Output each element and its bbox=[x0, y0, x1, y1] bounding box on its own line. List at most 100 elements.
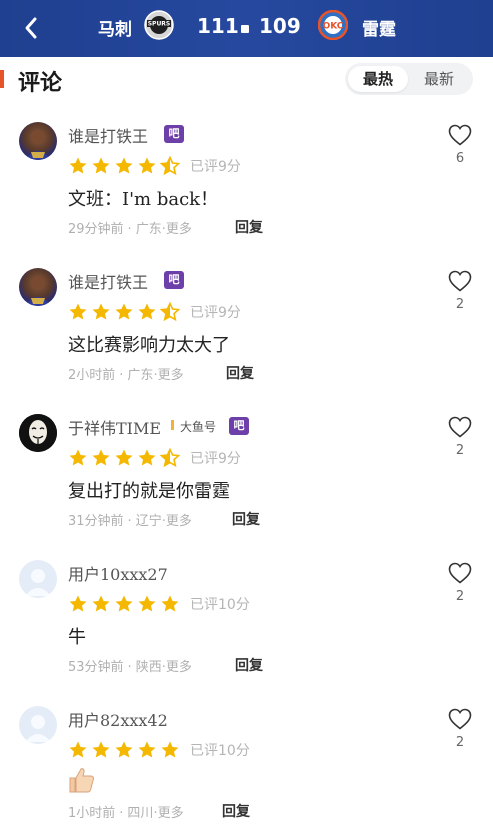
comment-item: 谁是打铁王 吧 已评9分 文班：I'm back！ 29分钟前 · 广东·更多 回复… bbox=[0, 122, 493, 268]
rating-text: 已评10分 bbox=[190, 597, 250, 613]
heart-icon[interactable] bbox=[448, 416, 472, 438]
like-count: 2 bbox=[455, 589, 465, 604]
heart-icon[interactable] bbox=[448, 124, 472, 146]
star-icon bbox=[69, 157, 87, 174]
star-icon bbox=[138, 595, 156, 612]
like-count: 6 bbox=[455, 151, 465, 166]
rating-text: 已评9分 bbox=[190, 159, 241, 175]
more-link[interactable]: 更多 bbox=[158, 368, 184, 383]
reply-button[interactable]: 回复 bbox=[226, 363, 254, 383]
rating-text: 已评9分 bbox=[190, 451, 241, 467]
score-separator bbox=[241, 25, 249, 33]
reply-button[interactable]: 回复 bbox=[222, 801, 250, 821]
fan-badge-icon: 吧 bbox=[164, 271, 184, 289]
username[interactable]: 于祥伟TIME bbox=[68, 415, 161, 439]
star-icon bbox=[69, 595, 87, 612]
more-link[interactable]: 更多 bbox=[158, 806, 184, 821]
comment-time: 53分钟前 bbox=[68, 660, 124, 675]
star-icon bbox=[92, 157, 110, 174]
avatar[interactable] bbox=[19, 706, 57, 744]
more-link[interactable]: 更多 bbox=[166, 222, 192, 237]
avatar[interactable] bbox=[19, 414, 57, 452]
like-count: 2 bbox=[455, 443, 465, 458]
username[interactable]: 用户82xxx42 bbox=[68, 707, 168, 731]
reply-button[interactable]: 回复 bbox=[235, 655, 263, 675]
comment-time: 1小时前 bbox=[68, 806, 116, 821]
comment-location: 陕西 bbox=[135, 660, 162, 675]
star-icon bbox=[115, 595, 133, 612]
avatar[interactable] bbox=[19, 268, 57, 306]
star-icon bbox=[138, 303, 156, 320]
more-link[interactable]: 更多 bbox=[166, 514, 192, 529]
comment-meta: 29分钟前 · 广东·更多 bbox=[68, 222, 192, 237]
comment-item: 用户10xxx27 已评10分 牛 53分钟前 · 陕西·更多 回复 2 bbox=[0, 560, 493, 706]
section-accent bbox=[0, 70, 4, 88]
star-icon bbox=[92, 303, 110, 320]
comment-meta: 53分钟前 · 陕西·更多 bbox=[68, 660, 192, 675]
reply-button[interactable]: 回复 bbox=[232, 509, 260, 529]
sort-toggle: 最热 最新 bbox=[345, 63, 473, 95]
away-score: 109 bbox=[259, 14, 301, 38]
comment-location: 四川 bbox=[127, 806, 154, 821]
comment-time: 29分钟前 bbox=[68, 222, 124, 237]
half-star-icon bbox=[160, 156, 180, 176]
tab-newest[interactable]: 最新 bbox=[409, 66, 469, 92]
comment-item: 用户82xxx42 已评10分 1小时前 · 四川·更多 回复 2 bbox=[0, 706, 493, 825]
comment-text: 这比赛影响力太大了 bbox=[68, 335, 230, 356]
avatar[interactable] bbox=[19, 560, 57, 598]
comment-item: 谁是打铁王 吧 已评9分 这比赛影响力太大了 2小时前 · 广东·更多 回复 2 bbox=[0, 268, 493, 414]
half-star-icon bbox=[160, 448, 180, 468]
star-icon bbox=[138, 449, 156, 466]
thumbs-up-icon bbox=[69, 768, 95, 793]
star-icon bbox=[69, 303, 87, 320]
comment-meta: 2小时前 · 广东·更多 bbox=[68, 368, 184, 383]
username[interactable]: 用户10xxx27 bbox=[68, 561, 168, 585]
star-icon bbox=[138, 741, 156, 758]
tag-divider bbox=[171, 420, 174, 430]
star-icon bbox=[138, 157, 156, 174]
star-icon bbox=[69, 449, 87, 466]
like-count: 2 bbox=[455, 735, 465, 750]
star-icon bbox=[92, 449, 110, 466]
comment-time: 31分钟前 bbox=[68, 514, 124, 529]
heart-icon[interactable] bbox=[448, 270, 472, 292]
reply-button[interactable]: 回复 bbox=[235, 217, 263, 237]
back-icon[interactable] bbox=[20, 14, 44, 42]
home-score: 111 bbox=[197, 14, 239, 38]
user-tag: 大鱼号 bbox=[180, 420, 217, 434]
home-team-name[interactable]: 马刺 bbox=[98, 15, 132, 40]
away-team-name[interactable]: 雷霆 bbox=[362, 15, 396, 40]
avatar[interactable] bbox=[19, 122, 57, 160]
star-icon bbox=[161, 741, 179, 758]
comments-section-header: 评论 最热 最新 bbox=[0, 57, 493, 101]
username[interactable]: 谁是打铁王 bbox=[68, 269, 148, 293]
like-count: 2 bbox=[455, 297, 465, 312]
thunder-logo-icon[interactable]: OKC bbox=[317, 9, 349, 41]
star-icon bbox=[92, 741, 110, 758]
scoreboard-header: 马刺 SPURS 111 109 OKC 雷霆 bbox=[0, 0, 493, 57]
star-icon bbox=[115, 741, 133, 758]
comment-meta: 1小时前 · 四川·更多 bbox=[68, 806, 184, 821]
section-title: 评论 bbox=[18, 71, 63, 96]
more-link[interactable]: 更多 bbox=[166, 660, 192, 675]
spurs-logo-icon[interactable]: SPURS bbox=[144, 10, 174, 40]
tab-hottest[interactable]: 最热 bbox=[348, 66, 408, 92]
heart-icon[interactable] bbox=[448, 562, 472, 584]
comment-text: 牛 bbox=[68, 627, 86, 648]
svg-text:SPURS: SPURS bbox=[148, 21, 171, 28]
rating-text: 已评9分 bbox=[190, 305, 241, 321]
rating-text: 已评10分 bbox=[190, 743, 250, 759]
comment-text: 文班：I'm back！ bbox=[68, 189, 219, 210]
username[interactable]: 谁是打铁王 bbox=[68, 123, 148, 147]
half-star-icon bbox=[160, 302, 180, 322]
comment-location: 广东 bbox=[127, 368, 154, 383]
comment-text: 复出打的就是你雷霆 bbox=[68, 481, 230, 502]
star-icon bbox=[161, 595, 179, 612]
star-icon bbox=[115, 157, 133, 174]
star-icon bbox=[115, 449, 133, 466]
comment-time: 2小时前 bbox=[68, 368, 116, 383]
comment-item: 于祥伟TIME 大鱼号 吧 已评9分 复出打的就是你雷霆 31分钟前 · 辽宁·更多… bbox=[0, 414, 493, 560]
heart-icon[interactable] bbox=[448, 708, 472, 730]
star-icon bbox=[115, 303, 133, 320]
fan-badge-icon: 吧 bbox=[229, 417, 249, 435]
